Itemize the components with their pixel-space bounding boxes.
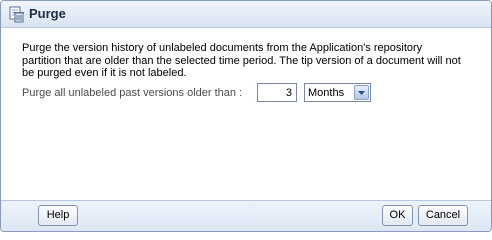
cancel-button[interactable]: Cancel bbox=[418, 205, 468, 226]
purge-document-icon bbox=[9, 6, 25, 23]
help-button[interactable]: Help bbox=[38, 205, 78, 226]
dialog-content: Purge the version history of unlabeled d… bbox=[1, 29, 491, 199]
dialog-footer: Help OK Cancel bbox=[1, 200, 491, 231]
dialog-titlebar[interactable]: Purge bbox=[1, 1, 491, 28]
age-unit-value: Months bbox=[308, 87, 345, 99]
ok-button[interactable]: OK bbox=[382, 205, 413, 226]
chevron-down-icon[interactable] bbox=[354, 85, 369, 100]
purge-description: Purge the version history of unlabeled d… bbox=[22, 42, 461, 79]
age-unit-select[interactable]: Months bbox=[304, 83, 371, 102]
purge-dialog: Purge Purge the version history of unlab… bbox=[0, 0, 492, 232]
dialog-title: Purge bbox=[29, 6, 66, 21]
age-label: Purge all unlabeled past versions older … bbox=[22, 87, 243, 99]
age-value-input[interactable] bbox=[257, 83, 297, 102]
